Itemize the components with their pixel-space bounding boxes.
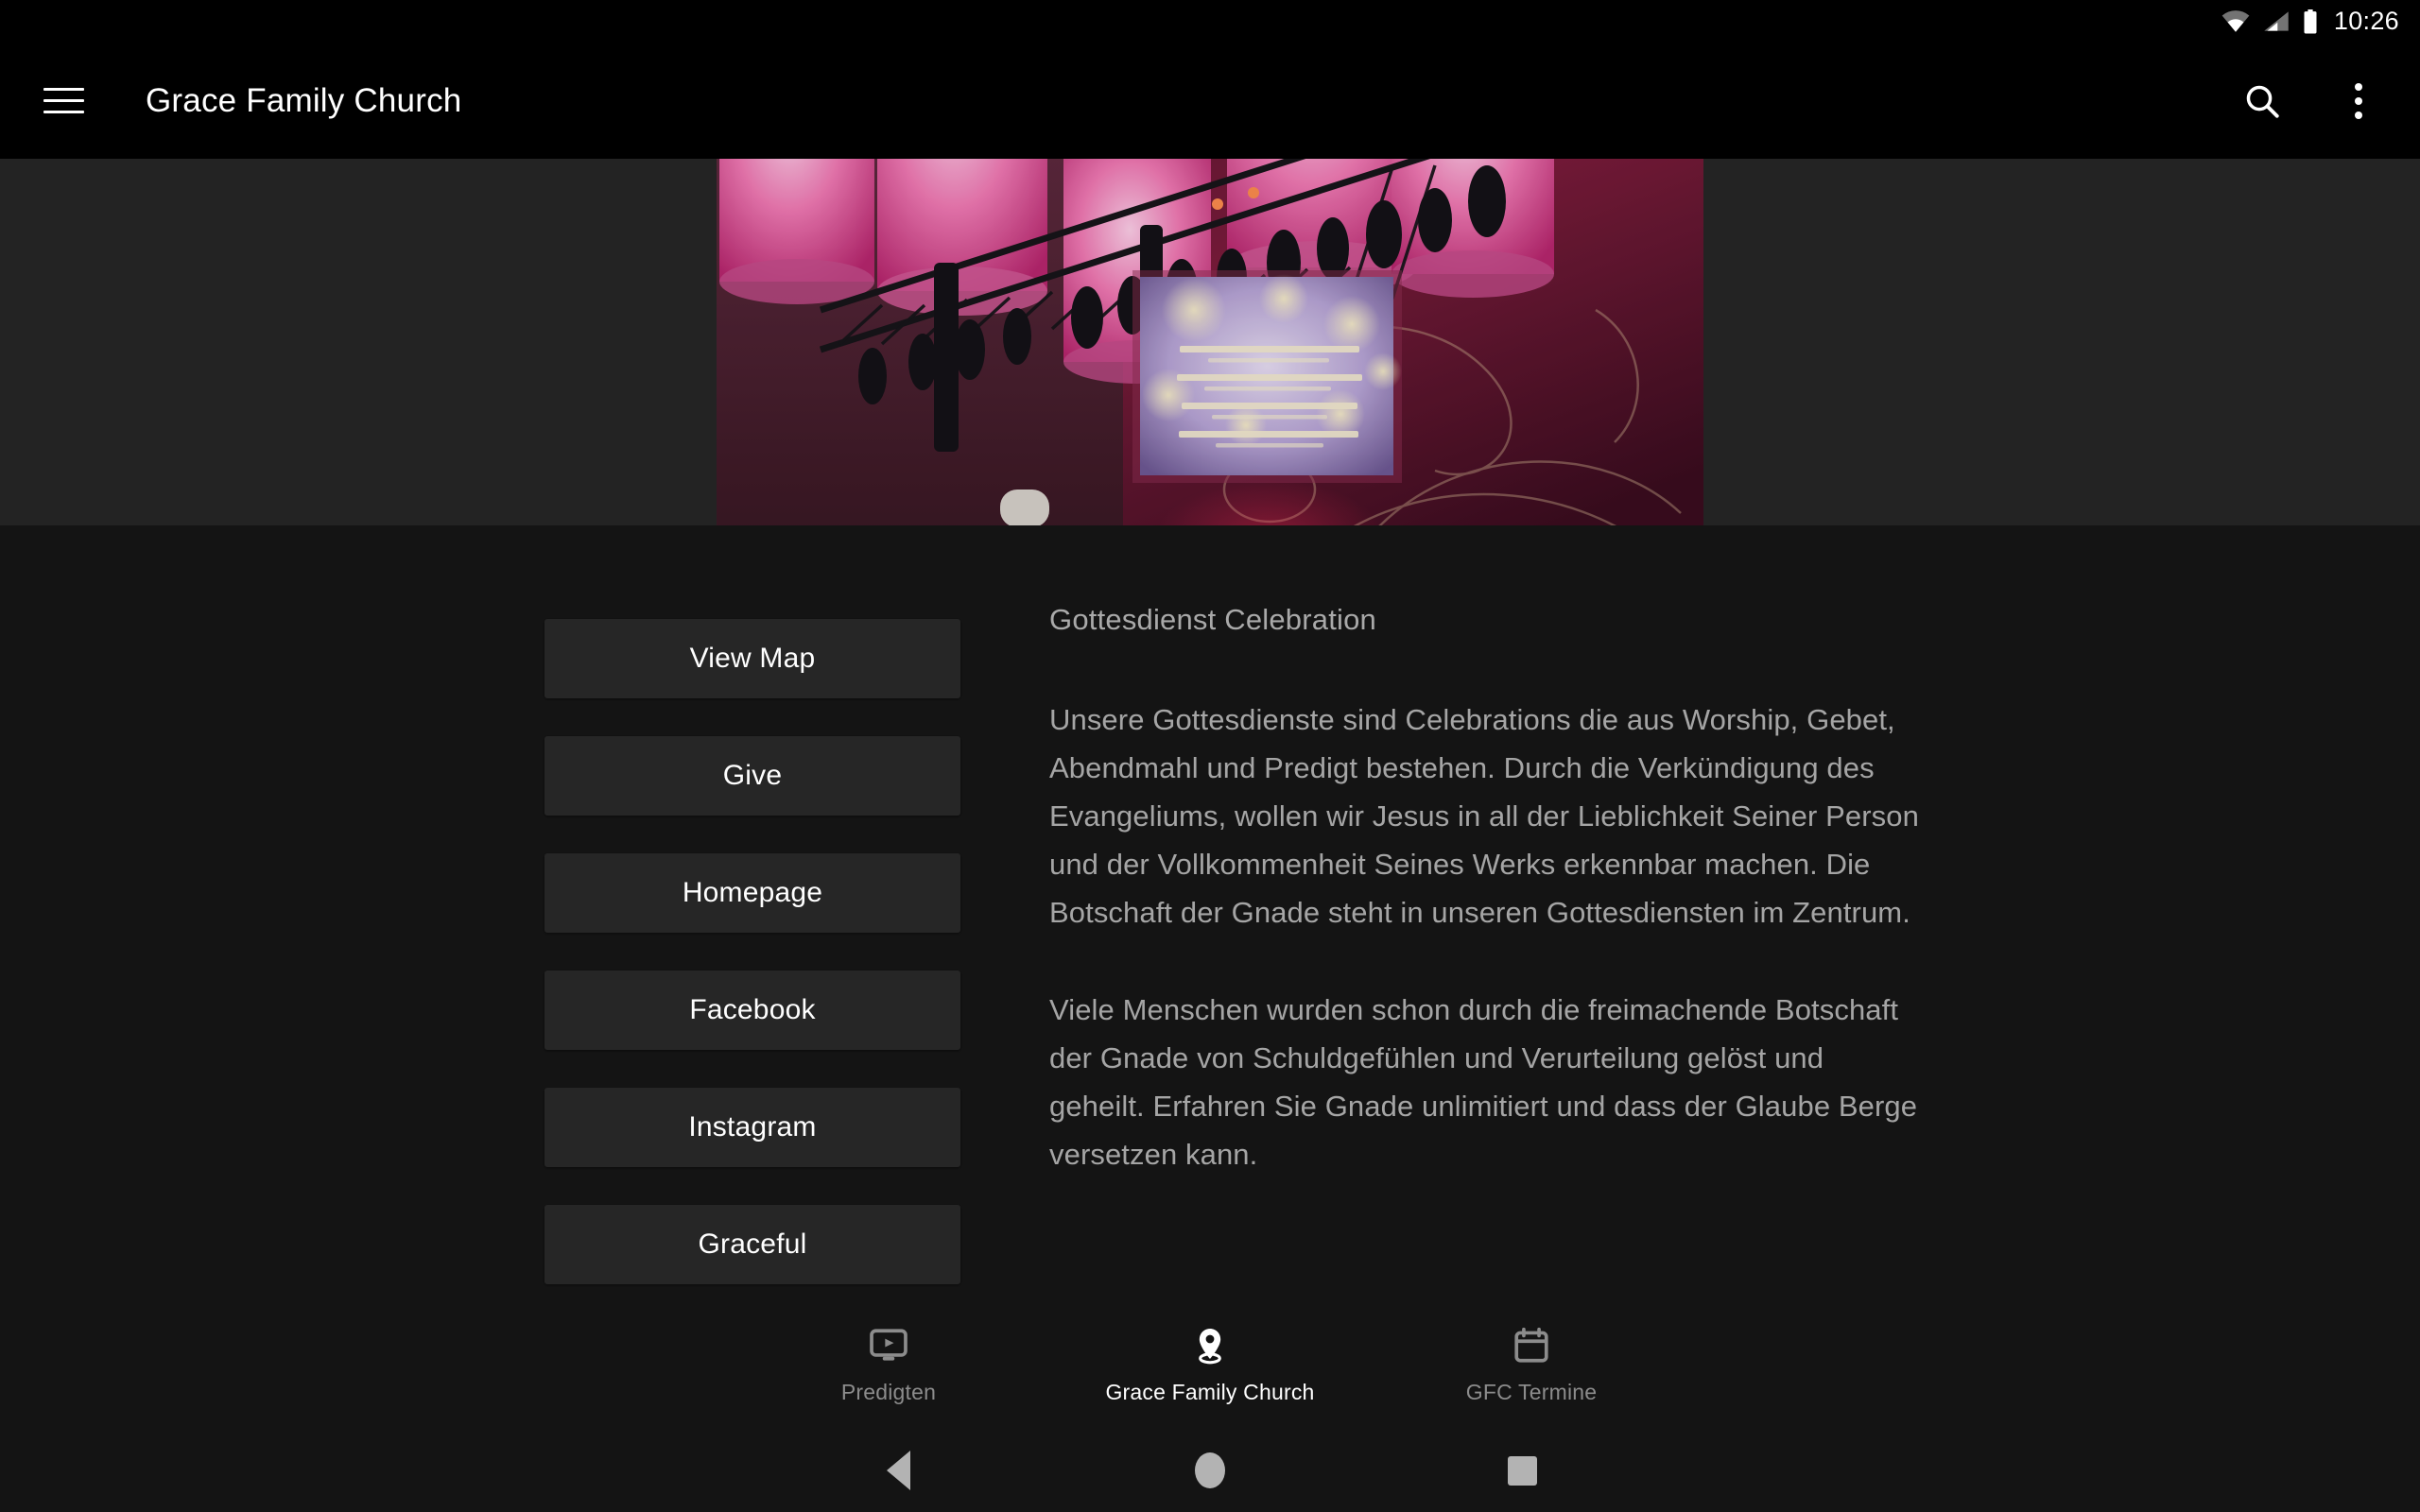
back-button[interactable] — [742, 1451, 1054, 1490]
back-triangle-icon — [886, 1451, 910, 1490]
article-paragraph-1: Unsere Gottesdienste sind Celebrations d… — [1049, 703, 1919, 929]
toolbar-actions — [2233, 72, 2388, 130]
content-area: View Map Give Homepage Facebook Instagra… — [0, 525, 2420, 1306]
recents-button[interactable] — [1366, 1455, 1678, 1486]
search-icon[interactable] — [2233, 72, 2291, 130]
recents-square-icon — [1507, 1455, 1537, 1486]
tab-grace-family-church[interactable]: Grace Family Church — [1049, 1306, 1371, 1405]
wifi-icon — [2221, 10, 2250, 32]
homepage-button[interactable]: Homepage — [544, 853, 960, 933]
status-clock: 10:26 — [2333, 7, 2399, 35]
battery-icon — [2303, 9, 2318, 34]
status-icon-group — [2221, 9, 2318, 34]
system-status-bar: 10:26 — [0, 0, 2420, 43]
bottom-tab-bar: Predigten Grace Family Church GFC Termin… — [0, 1306, 2420, 1429]
hero-band — [0, 159, 2420, 525]
article-title: Gottesdienst Celebration — [1049, 603, 1376, 636]
instagram-button[interactable]: Instagram — [544, 1088, 960, 1167]
view-map-button[interactable]: View Map — [544, 619, 960, 698]
location-pin-icon — [1189, 1323, 1231, 1368]
app-screen: 10:26 Grace Family Church View Map Give … — [0, 0, 2420, 1512]
home-circle-icon — [1195, 1452, 1225, 1488]
article-paragraph-2: Viele Menschen wurden schon durch die fr… — [1049, 993, 1918, 1171]
article-column: Gottesdienst Celebration Unsere Gottesdi… — [1049, 603, 1919, 1228]
page-title: Grace Family Church — [146, 81, 462, 119]
tab-label-grace-family-church: Grace Family Church — [1105, 1380, 1315, 1404]
facebook-button[interactable]: Facebook — [544, 971, 960, 1050]
overflow-menu-icon[interactable] — [2329, 72, 2388, 130]
tab-gfc-termine[interactable]: GFC Termine — [1371, 1306, 1692, 1405]
link-button-column: View Map Give Homepage Facebook Instagra… — [544, 619, 960, 1322]
tab-label-gfc-termine: GFC Termine — [1465, 1380, 1598, 1404]
tab-predigten[interactable]: Predigten — [728, 1306, 1049, 1405]
android-navigation-bar — [0, 1429, 2420, 1512]
calendar-icon — [1511, 1323, 1552, 1368]
give-button[interactable]: Give — [544, 736, 960, 816]
cellular-signal-icon — [2263, 10, 2290, 32]
hamburger-menu-icon[interactable] — [43, 77, 93, 126]
graceful-button[interactable]: Graceful — [544, 1205, 960, 1284]
home-button[interactable] — [1054, 1452, 1366, 1488]
app-toolbar: Grace Family Church — [0, 43, 2420, 159]
ondemand-video-icon — [868, 1323, 909, 1368]
tab-label-predigten: Predigten — [840, 1380, 937, 1404]
hero-image — [717, 159, 1703, 525]
